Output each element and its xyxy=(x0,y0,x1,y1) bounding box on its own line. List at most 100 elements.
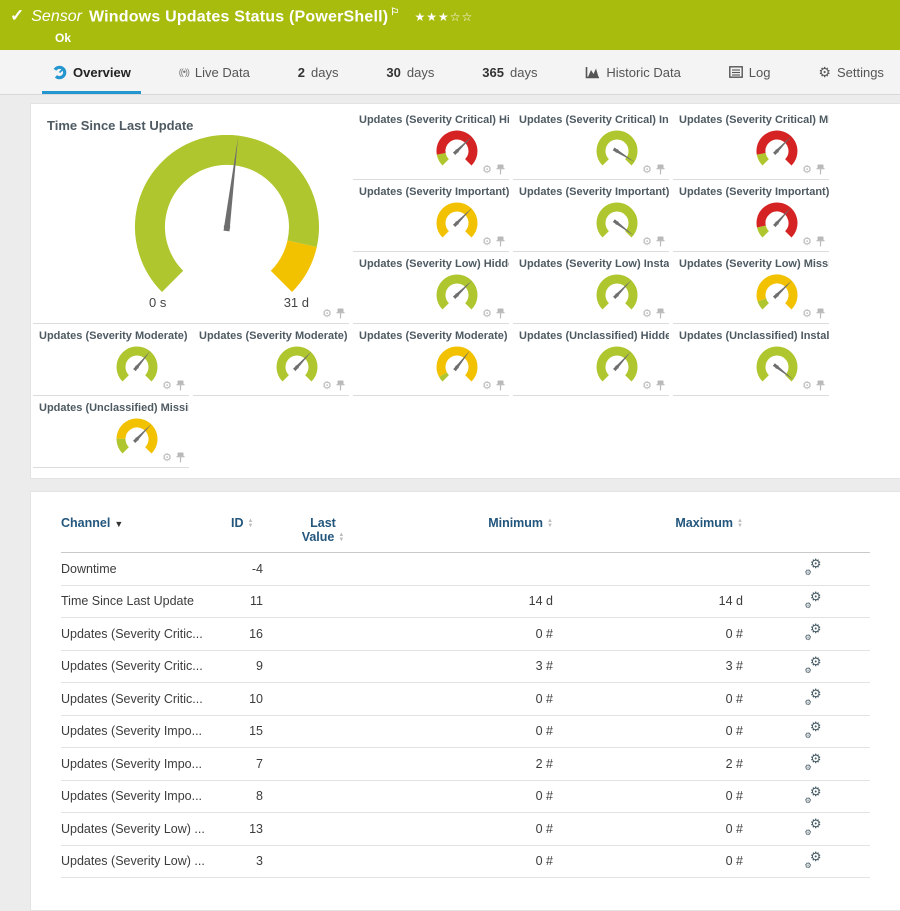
gauge-icons: ⚙ xyxy=(322,308,345,319)
edit-channel-icon[interactable]: ⚙⚙ xyxy=(805,559,822,575)
gauge-settings-gear-icon[interactable]: ⚙ xyxy=(482,165,492,175)
gauge-settings-gear-icon[interactable]: ⚙ xyxy=(802,237,812,247)
gauge-pin-icon[interactable] xyxy=(656,164,665,175)
gauge-settings-gear-icon[interactable]: ⚙ xyxy=(162,381,172,391)
gauge-settings-gear-icon[interactable]: ⚙ xyxy=(642,165,652,175)
channel-name-cell[interactable]: Updates (Severity Critic... xyxy=(61,627,231,641)
gauge-settings-gear-icon[interactable]: ⚙ xyxy=(162,453,172,463)
flag-icon[interactable]: ⚐ xyxy=(390,7,399,18)
gauge-settings-gear-icon[interactable]: ⚙ xyxy=(802,381,812,391)
table-row: Time Since Last Update1114 d14 d⚙⚙ xyxy=(61,586,870,619)
gauge-pin-icon[interactable] xyxy=(816,308,825,319)
edit-channel-icon[interactable]: ⚙⚙ xyxy=(805,754,822,770)
log-icon xyxy=(729,66,743,78)
edit-channel-icon[interactable]: ⚙⚙ xyxy=(805,689,822,705)
tab-historic-data[interactable]: Historic Data xyxy=(575,50,690,94)
channel-maximum-cell: 0 # xyxy=(553,692,743,706)
gauge-pin-icon[interactable] xyxy=(336,308,345,319)
gauge-pin-icon[interactable] xyxy=(816,236,825,247)
channel-maximum-cell: 14 d xyxy=(553,594,743,608)
gauge-pin-icon[interactable] xyxy=(496,308,505,319)
column-header-id[interactable]: ID▲▼ xyxy=(231,516,263,530)
gauge-title: Updates (Severity Important) ... xyxy=(673,182,829,198)
edit-channel-icon[interactable]: ⚙⚙ xyxy=(805,787,822,803)
gauge-settings-gear-icon[interactable]: ⚙ xyxy=(642,309,652,319)
gauge-pin-icon[interactable] xyxy=(496,236,505,247)
column-header-last-value[interactable]: Last Value▲▼ xyxy=(263,516,383,544)
channel-name-cell[interactable]: Downtime xyxy=(61,562,231,576)
edit-channel-icon[interactable]: ⚙⚙ xyxy=(805,852,822,868)
tab-overview[interactable]: Overview xyxy=(42,50,141,94)
channel-minimum-cell: 14 d xyxy=(383,594,553,608)
gauge-icons: ⚙ xyxy=(162,380,185,391)
tab-log[interactable]: Log xyxy=(719,50,781,94)
column-header-minimum[interactable]: Minimum▲▼ xyxy=(383,516,553,530)
edit-channel-icon[interactable]: ⚙⚙ xyxy=(805,657,822,673)
column-header-channel[interactable]: Channel▼ xyxy=(61,516,231,530)
gauge-settings-gear-icon[interactable]: ⚙ xyxy=(482,381,492,391)
tab-2-days[interactable]: 2days xyxy=(288,50,349,94)
channel-name-cell[interactable]: Time Since Last Update xyxy=(61,594,231,608)
gauge-chart xyxy=(589,343,645,385)
gauge-title: Updates (Severity Critical) Hi... xyxy=(353,110,509,126)
gauge-icons: ⚙ xyxy=(642,236,665,247)
gauge-pin-icon[interactable] xyxy=(496,164,505,175)
sensor-status-text: Ok xyxy=(55,31,890,45)
gauge-settings-gear-icon[interactable]: ⚙ xyxy=(322,381,332,391)
edit-channel-icon[interactable]: ⚙⚙ xyxy=(805,592,822,608)
channel-id-cell: 15 xyxy=(231,724,263,738)
gauge-wrap: 0 s31 d xyxy=(115,135,335,310)
edit-channel-icon[interactable]: ⚙⚙ xyxy=(805,819,822,835)
channel-name-cell[interactable]: Updates (Severity Low) ... xyxy=(61,854,231,868)
gauge-pin-icon[interactable] xyxy=(336,380,345,391)
gauge-pin-icon[interactable] xyxy=(176,452,185,463)
channel-name-cell[interactable]: Updates (Severity Critic... xyxy=(61,692,231,706)
gauge-panel: Updates (Severity Moderate) ...⚙ xyxy=(33,326,189,396)
tab-365-days[interactable]: 365days xyxy=(472,50,547,94)
column-header-maximum[interactable]: Maximum▲▼ xyxy=(553,516,743,530)
edit-gear-small-icon: ⚙ xyxy=(805,731,812,740)
tab-number: 365 xyxy=(482,65,504,80)
gauge-settings-gear-icon[interactable]: ⚙ xyxy=(802,165,812,175)
tab-live-data[interactable]: ((•)) Live Data xyxy=(169,50,260,94)
gauge-pin-icon[interactable] xyxy=(656,308,665,319)
gauge-pin-icon[interactable] xyxy=(656,380,665,391)
gauge-icons: ⚙ xyxy=(482,380,505,391)
tab-30-days[interactable]: 30days xyxy=(376,50,444,94)
gauge-settings-gear-icon[interactable]: ⚙ xyxy=(642,381,652,391)
edit-gear-small-icon: ⚙ xyxy=(805,568,812,577)
priority-stars[interactable]: ★★★☆☆ xyxy=(414,10,473,24)
gauge-settings-gear-icon[interactable]: ⚙ xyxy=(642,237,652,247)
channel-name-cell[interactable]: Updates (Severity Impo... xyxy=(61,789,231,803)
channel-actions-cell: ⚙⚙ xyxy=(743,819,883,838)
live-data-icon: ((•)) xyxy=(179,67,189,77)
channel-name-cell[interactable]: Updates (Severity Impo... xyxy=(61,757,231,771)
gauge-chart xyxy=(749,271,805,313)
gauge-pin-icon[interactable] xyxy=(656,236,665,247)
tab-label: Live Data xyxy=(195,65,250,80)
edit-channel-icon[interactable]: ⚙⚙ xyxy=(805,722,822,738)
gauge-settings-gear-icon[interactable]: ⚙ xyxy=(482,309,492,319)
gauge-settings-gear-icon[interactable]: ⚙ xyxy=(482,237,492,247)
gauge-settings-gear-icon[interactable]: ⚙ xyxy=(802,309,812,319)
edit-channel-icon[interactable]: ⚙⚙ xyxy=(805,624,822,640)
gauge-panel: Updates (Severity Moderate) ...⚙ xyxy=(353,326,509,396)
gauge-panel: Updates (Severity Important) ...⚙ xyxy=(353,182,509,252)
gauge-settings-gear-icon[interactable]: ⚙ xyxy=(322,309,332,319)
gauge-pin-icon[interactable] xyxy=(176,380,185,391)
channel-maximum-cell: 0 # xyxy=(553,724,743,738)
channel-actions-cell: ⚙⚙ xyxy=(743,624,883,643)
tab-settings[interactable]: ⚙Settings xyxy=(808,50,894,94)
gauge-chart xyxy=(429,271,485,313)
gauge-pin-icon[interactable] xyxy=(816,380,825,391)
edit-gear-small-icon: ⚙ xyxy=(805,828,812,837)
channel-name-cell[interactable]: Updates (Severity Critic... xyxy=(61,659,231,673)
gauge-pin-icon[interactable] xyxy=(816,164,825,175)
gauge-chart xyxy=(749,127,805,169)
channel-name-cell[interactable]: Updates (Severity Low) ... xyxy=(61,822,231,836)
channel-name-cell[interactable]: Updates (Severity Impo... xyxy=(61,724,231,738)
gauge-chart xyxy=(589,127,645,169)
gauge-pin-icon[interactable] xyxy=(496,380,505,391)
table-row: Updates (Severity Impo...72 #2 #⚙⚙ xyxy=(61,748,870,781)
edit-gear-small-icon: ⚙ xyxy=(805,633,812,642)
